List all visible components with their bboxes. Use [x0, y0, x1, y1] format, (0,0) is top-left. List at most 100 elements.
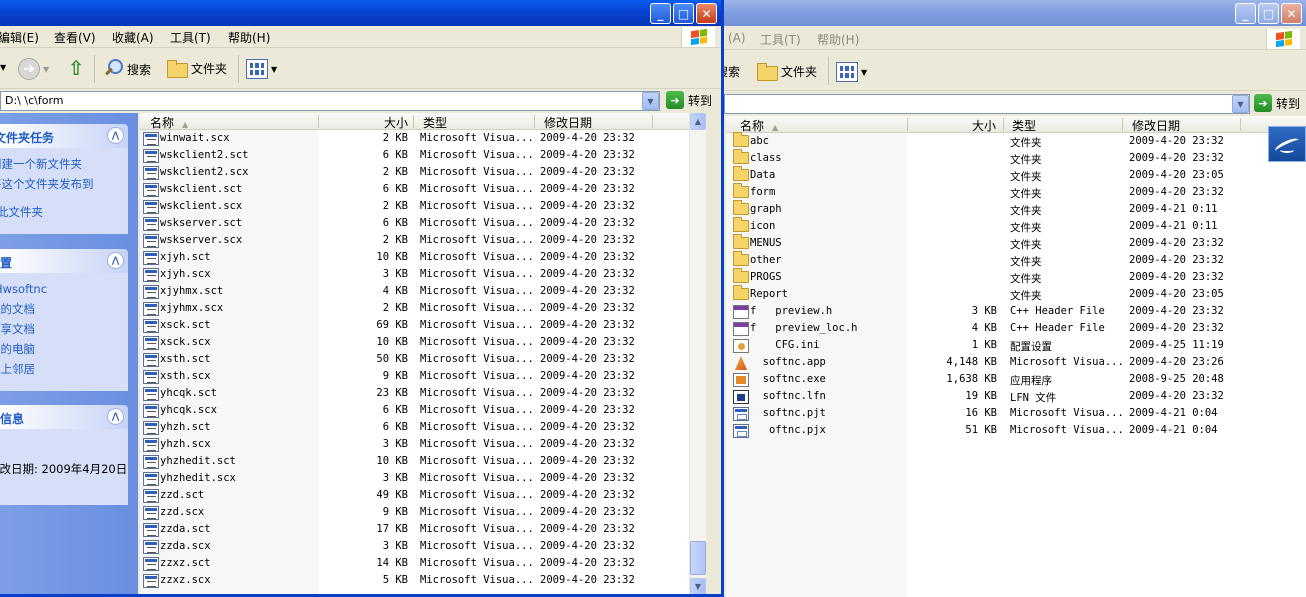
file-row[interactable]: Report 文件夹 2009-4-20 23:05: [726, 285, 1306, 303]
column-divider[interactable]: [907, 118, 908, 131]
column-header-modified[interactable]: 修改日期: [1132, 117, 1180, 134]
file-row[interactable]: f preview.h 3 KB C++ Header File 2009-4-20 …: [726, 303, 1306, 320]
column-header-name[interactable]: 名称 ▲: [150, 114, 188, 131]
file-row[interactable]: xsth.sct 50 KB Microsoft Visua... 2009-4-20…: [140, 351, 706, 368]
file-row[interactable]: zzda.scx 3 KB Microsoft Visua... 2009-4-20 …: [140, 538, 706, 555]
search-button[interactable]: 搜索: [102, 58, 151, 80]
file-row[interactable]: f preview_loc.h 4 KB C++ Header File 2009-4…: [726, 320, 1306, 337]
file-list[interactable]: 名称 ▲ 大小 类型 修改日期 winwait.scx 2 KB Microsoft …: [140, 113, 706, 594]
file-row[interactable]: wskclient2.sct 6 KB Microsoft Visua... 2009…: [140, 147, 706, 164]
task-link-new-folder[interactable]: 创建一个新文件夹: [0, 154, 128, 174]
place-link-hwsoftnc[interactable]: Hwsoftnc: [0, 279, 128, 299]
column-header-size[interactable]: 大小: [972, 117, 996, 134]
file-row[interactable]: MENUS 文件夹 2009-4-20 23:32: [726, 234, 1306, 252]
place-link-shared-documents[interactable]: 共享文档: [0, 319, 128, 339]
minimize-button[interactable]: _: [1235, 3, 1256, 24]
folders-button[interactable]: 文件夹: [756, 62, 817, 81]
explorer-window-form[interactable]: _ □ ✕ 编辑(E) 查看(V) 收藏(A) 工具(T) 帮助(H) ▼ ➔ …: [0, 0, 724, 597]
file-row[interactable]: softnc.exe 1,638 KB 应用程序 2008-9-25 20:48: [726, 371, 1306, 388]
views-button[interactable]: ▼: [836, 62, 867, 82]
search-button[interactable]: 搜索: [724, 63, 740, 80]
file-list[interactable]: 名称 ▲ 大小 类型 修改日期 abc 文件夹 2009-4-20 23:32 clas…: [726, 116, 1306, 597]
file-row[interactable]: softnc.lfn 19 KB LFN 文件 2009-4-20 23:32: [726, 388, 1306, 405]
file-row[interactable]: zzxz.scx 5 KB Microsoft Visua... 2009-4-20 …: [140, 572, 706, 589]
file-row[interactable]: xjyh.sct 10 KB Microsoft Visua... 2009-4-20…: [140, 249, 706, 266]
file-row[interactable]: yhcqk.scx 6 KB Microsoft Visua... 2009-4-20…: [140, 402, 706, 419]
column-divider[interactable]: [1122, 118, 1123, 131]
up-button[interactable]: ⇧: [66, 56, 86, 80]
menu-tools[interactable]: 工具(T): [170, 29, 211, 46]
file-row[interactable]: other 文件夹 2009-4-20 23:32: [726, 251, 1306, 269]
menu-tools[interactable]: 工具(T): [760, 31, 801, 48]
file-row[interactable]: zzd.sct 49 KB Microsoft Visua... 2009-4-20 …: [140, 487, 706, 504]
place-link-network[interactable]: 网上邻居: [0, 359, 128, 379]
folder-tasks-header[interactable]: 文件夹任务 ⋀: [0, 124, 128, 148]
file-row[interactable]: wskclient.sct 6 KB Microsoft Visua... 2009-…: [140, 181, 706, 198]
column-header-name[interactable]: 名称 ▲: [740, 117, 778, 134]
file-row[interactable]: wskclient.scx 2 KB Microsoft Visua... 2009-…: [140, 198, 706, 215]
file-row[interactable]: abc 文件夹 2009-4-20 23:32: [726, 132, 1306, 150]
file-row[interactable]: softnc.pjt 16 KB Microsoft Visua... 2009-4-…: [726, 405, 1306, 422]
file-row[interactable]: yhcqk.sct 23 KB Microsoft Visua... 2009-4-2…: [140, 385, 706, 402]
folders-button[interactable]: 文件夹: [166, 59, 227, 78]
file-row[interactable]: oftnc.pjx 51 KB Microsoft Visua... 2009-4-2…: [726, 422, 1306, 439]
file-row[interactable]: xsck.sct 69 KB Microsoft Visua... 2009-4-20…: [140, 317, 706, 334]
go-button[interactable]: ➔ 转到: [1254, 94, 1300, 112]
other-places-header[interactable]: 位置 ⋀: [0, 249, 128, 273]
column-divider[interactable]: [1003, 118, 1004, 131]
collapse-icon[interactable]: ⋀: [107, 127, 124, 144]
place-link-my-computer[interactable]: 我的电脑: [0, 339, 128, 359]
file-row[interactable]: zzd.scx 9 KB Microsoft Visua... 2009-4-20 2…: [140, 504, 706, 521]
menu-view[interactable]: 查看(V): [54, 29, 96, 46]
title-bar[interactable]: _ □ ✕: [724, 0, 1306, 26]
file-row[interactable]: icon 文件夹 2009-4-21 0:11: [726, 217, 1306, 235]
column-divider[interactable]: [413, 115, 414, 128]
file-row[interactable]: zzda.sct 17 KB Microsoft Visua... 2009-4-20…: [140, 521, 706, 538]
floating-app-button[interactable]: [1268, 126, 1306, 162]
column-divider[interactable]: [318, 115, 319, 128]
minimize-button[interactable]: _: [650, 3, 671, 24]
column-divider[interactable]: [534, 115, 535, 128]
file-row[interactable]: yhzh.sct 6 KB Microsoft Visua... 2009-4-20 …: [140, 419, 706, 436]
file-row[interactable]: PROGS 文件夹 2009-4-20 23:32: [726, 268, 1306, 286]
file-row[interactable]: xjyhmx.sct 4 KB Microsoft Visua... 2009-4-2…: [140, 283, 706, 300]
scroll-thumb[interactable]: [690, 541, 706, 575]
file-row[interactable]: zzxz.sct 14 KB Microsoft Visua... 2009-4-20…: [140, 555, 706, 572]
column-divider[interactable]: [652, 115, 653, 128]
menu-edit[interactable]: 编辑(E): [0, 29, 39, 46]
task-link-publish[interactable]: 将这个文件夹发布到: [0, 174, 128, 194]
close-button[interactable]: ✕: [1281, 3, 1302, 24]
file-row[interactable]: winwait.scx 2 KB Microsoft Visua... 2009-4-…: [140, 130, 706, 147]
file-row[interactable]: CFG.ini 1 KB 配置设置 2009-4-25 11:19: [726, 337, 1306, 354]
menu-help[interactable]: 帮助(H): [817, 31, 859, 48]
file-row[interactable]: wskclient2.scx 2 KB Microsoft Visua... 2009…: [140, 164, 706, 181]
address-dropdown-button[interactable]: ▼: [1232, 95, 1249, 113]
maximize-button[interactable]: □: [673, 3, 694, 24]
details-header[interactable]: 详细信息 ⋀: [0, 405, 128, 429]
file-row[interactable]: wskserver.scx 2 KB Microsoft Visua... 2009-…: [140, 232, 706, 249]
file-row[interactable]: yhzh.scx 3 KB Microsoft Visua... 2009-4-20 …: [140, 436, 706, 453]
collapse-icon[interactable]: ⋀: [107, 408, 124, 425]
file-row[interactable]: wskserver.sct 6 KB Microsoft Visua... 2009-…: [140, 215, 706, 232]
title-bar[interactable]: _ □ ✕: [0, 0, 721, 26]
place-link-my-documents[interactable]: 我的文档: [0, 299, 128, 319]
file-row[interactable]: softnc.app 4,148 KB Microsoft Visua... 2009…: [726, 354, 1306, 371]
views-button[interactable]: ▼: [246, 59, 277, 79]
column-header-type[interactable]: 类型: [1012, 117, 1036, 134]
vertical-scrollbar[interactable]: ▲ ▼: [689, 113, 706, 594]
file-row[interactable]: xsck.scx 10 KB Microsoft Visua... 2009-4-20…: [140, 334, 706, 351]
file-row[interactable]: xsth.scx 9 KB Microsoft Visua... 2009-4-20 …: [140, 368, 706, 385]
scroll-down-button[interactable]: ▼: [690, 578, 706, 594]
file-row[interactable]: yhzhedit.scx 3 KB Microsoft Visua... 2009-4…: [140, 470, 706, 487]
file-row[interactable]: class 文件夹 2009-4-20 23:32: [726, 149, 1306, 167]
task-link-share[interactable]: 共享此文件夹: [0, 202, 128, 222]
file-row[interactable]: Data 文件夹 2009-4-20 23:05: [726, 166, 1306, 184]
address-input[interactable]: D:\ \c\form: [0, 91, 660, 111]
go-button[interactable]: ➔ 转到: [666, 91, 712, 109]
back-dropdown[interactable]: ▼: [0, 63, 6, 72]
file-row[interactable]: graph 文件夹 2009-4-21 0:11: [726, 200, 1306, 218]
address-dropdown-button[interactable]: ▼: [642, 92, 659, 110]
menu-favorites[interactable]: 收藏(A): [112, 29, 154, 46]
column-header-size[interactable]: 大小: [384, 114, 408, 131]
forward-button[interactable]: ➔ ▼: [18, 58, 49, 80]
